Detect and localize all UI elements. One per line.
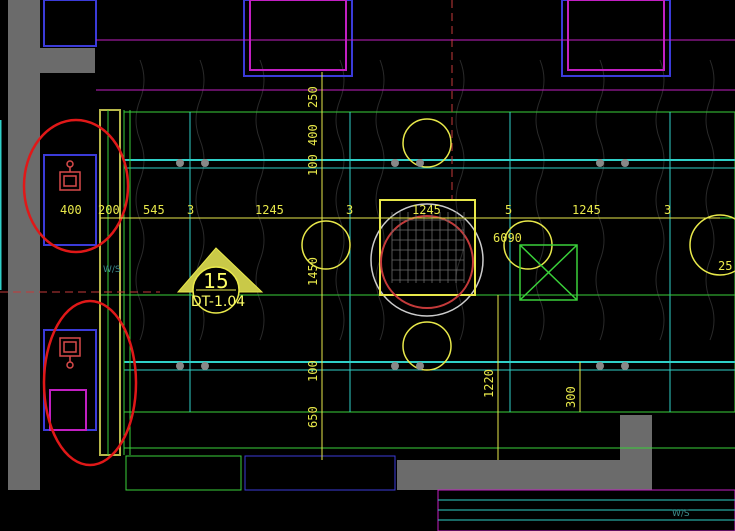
dim-text: 200 [98, 203, 120, 217]
dim-text: 1245 [255, 203, 284, 217]
dim-text: 100 [306, 360, 320, 382]
dim-text: 5 [505, 203, 512, 217]
dim-text: 100 [306, 154, 320, 176]
top-structure [43, 0, 735, 91]
dim-text: 1245 [412, 203, 441, 217]
panel-fixtures [59, 160, 81, 369]
dim-text: 400 [306, 124, 320, 146]
dim-text: 3 [346, 203, 353, 217]
dim-text: 3 [664, 203, 671, 217]
note-text: W/S [103, 265, 121, 275]
section-tag: 15 DT-1.04 [176, 247, 264, 314]
dim-text: 25 [718, 259, 732, 273]
sprinkler-heads [176, 159, 629, 370]
section-tag-number: 15 [203, 269, 228, 293]
center-lines [0, 0, 453, 293]
dim-text: 250 [306, 86, 320, 108]
note-text: W/S [672, 509, 690, 519]
dim-text: 400 [60, 203, 82, 217]
dim-text: 1245 [572, 203, 601, 217]
section-tag-sheet: DT-1.04 [191, 294, 245, 310]
dim-text: 545 [143, 203, 165, 217]
dim-text: 300 [564, 386, 578, 408]
dim-text: 6090 [493, 231, 522, 245]
dimension-lines [100, 72, 720, 460]
exhaust-grille [519, 244, 578, 301]
cad-floor-plan: 15 DT-1.04 400 200 545 3 1245 3 1245 5 6… [0, 0, 735, 531]
dim-text: 1220 [482, 369, 496, 398]
dim-text: 650 [306, 406, 320, 428]
dim-text: 3 [187, 203, 194, 217]
dim-text: 1450 [306, 257, 320, 286]
